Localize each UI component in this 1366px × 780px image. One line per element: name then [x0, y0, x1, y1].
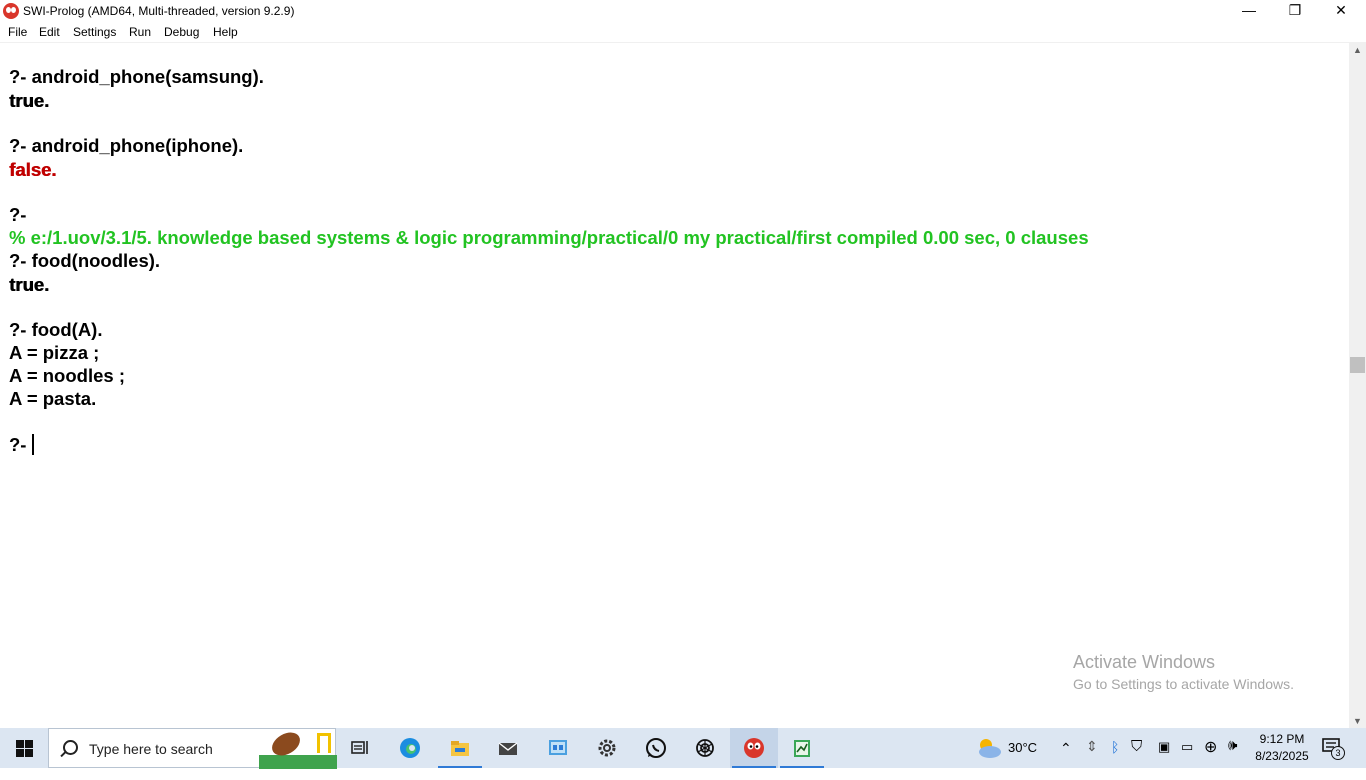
whatsapp-icon[interactable]: [632, 728, 680, 768]
restore-button[interactable]: ❐: [1272, 0, 1318, 22]
network-globe-icon[interactable]: ⊕: [1204, 737, 1217, 777]
menu-edit[interactable]: Edit: [39, 25, 60, 39]
console-line-binding: A = pizza ;: [9, 342, 100, 363]
control-panel-icon[interactable]: [534, 728, 582, 768]
close-button[interactable]: ✕: [1318, 0, 1364, 22]
weather-cloud-icon: [979, 739, 1001, 758]
device-icon[interactable]: ▣: [1158, 739, 1170, 779]
minimize-button[interactable]: —: [1226, 0, 1272, 22]
console-line-query: ?- android_phone(iphone).: [9, 135, 244, 156]
swi-prolog-app-icon[interactable]: [3, 3, 19, 19]
swi-prolog-taskbar-icon[interactable]: [730, 728, 778, 768]
taskbar-clock[interactable]: 9:12 PM 8/23/2025: [1250, 731, 1314, 765]
notification-center-icon[interactable]: 3: [1322, 738, 1345, 760]
console-line-binding: A = pasta.: [9, 388, 97, 409]
search-placeholder: Type here to search: [89, 741, 213, 757]
scroll-up-arrow-icon[interactable]: ▲: [1349, 43, 1366, 57]
console-input-prompt[interactable]: ?-: [9, 433, 32, 456]
console-line-answer-true: true.: [9, 274, 50, 295]
show-hidden-icons-chevron-icon[interactable]: ⌃: [1060, 740, 1072, 780]
settings-gear-icon[interactable]: [583, 728, 631, 768]
search-highlight-turf: [259, 755, 337, 769]
menu-debug[interactable]: Debug: [164, 25, 199, 39]
menu-run[interactable]: Run: [129, 25, 151, 39]
taskbar-search-box[interactable]: Type here to search: [48, 727, 337, 769]
console-line-compile-message: % e:/1.uov/3.1/5. knowledge based system…: [9, 227, 1089, 248]
weather-widget[interactable]: 30°C: [975, 728, 1055, 768]
activate-windows-subtitle: Go to Settings to activate Windows.: [1073, 676, 1294, 692]
weather-temperature: 30°C: [1008, 740, 1038, 755]
console-line-answer-true: true.: [9, 90, 50, 111]
bluetooth-icon[interactable]: ᛒ: [1111, 739, 1119, 779]
menu-bar: File Edit Settings Run Debug Help: [0, 22, 1366, 43]
clock-time: 9:12 PM: [1259, 732, 1305, 746]
scroll-down-arrow-icon[interactable]: ▼: [1349, 714, 1366, 728]
mail-icon[interactable]: [484, 728, 532, 768]
task-view-icon[interactable]: [336, 728, 384, 768]
console-line-query: ?- food(noodles).: [9, 250, 161, 271]
text-caret: [32, 434, 34, 455]
menu-settings[interactable]: Settings: [73, 25, 116, 39]
scroll-thumb[interactable]: [1350, 357, 1365, 373]
title-bar: SWI-Prolog (AMD64, Multi-threaded, versi…: [0, 0, 1366, 22]
vertical-scrollbar[interactable]: ▲ ▼: [1349, 43, 1366, 728]
volume-icon[interactable]: 🕪: [1228, 737, 1237, 777]
console-line-query: ?- android_phone(samsung).: [9, 66, 264, 87]
console-line-prompt: ?-: [9, 204, 27, 225]
menu-file[interactable]: File: [8, 25, 27, 39]
notification-count-badge: 3: [1331, 746, 1345, 760]
menu-help[interactable]: Help: [213, 25, 238, 39]
network-sort-icon[interactable]: ⇕: [1086, 738, 1098, 778]
security-shield-icon[interactable]: ⛉: [1131, 738, 1142, 778]
notepad-icon[interactable]: [778, 728, 826, 768]
search-icon: [63, 740, 78, 755]
console-line-binding: A = noodles ;: [9, 365, 125, 386]
console-line-query: ?- food(A).: [9, 319, 103, 340]
console-output[interactable]: ?- android_phone(samsung). true. ?- andr…: [0, 43, 1349, 728]
goalpost-icon: [317, 733, 331, 753]
clock-date: 8/23/2025: [1255, 749, 1309, 763]
chatgpt-icon[interactable]: [681, 728, 729, 768]
edge-icon[interactable]: [386, 728, 434, 768]
battery-icon[interactable]: ▭: [1181, 739, 1193, 779]
file-explorer-icon[interactable]: [436, 728, 484, 768]
console-line-answer-false: false.: [9, 159, 57, 180]
taskbar: Type here to search 30°C ⌃ ⇕ ᛒ ⛉ ▣ ▭ ⊕ 🕪…: [0, 727, 1366, 769]
window-title: SWI-Prolog (AMD64, Multi-threaded, versi…: [23, 4, 295, 18]
activate-windows-title: Activate Windows: [1073, 652, 1216, 672]
windows-start-icon[interactable]: [0, 728, 48, 768]
